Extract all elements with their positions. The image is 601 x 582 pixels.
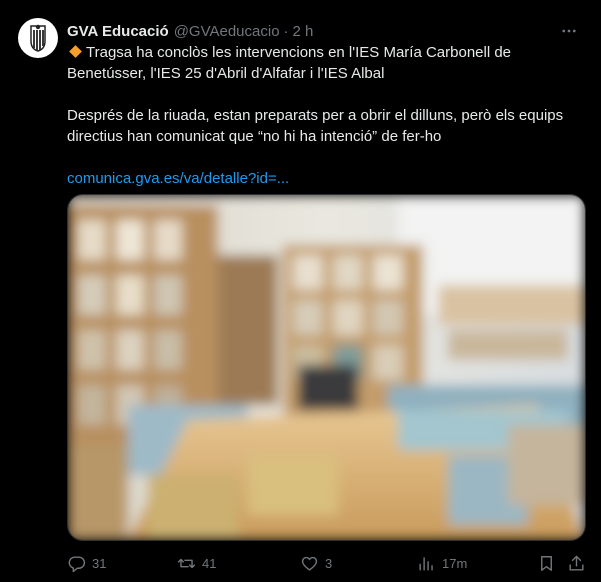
author-handle[interactable]: @GVAeducacio (174, 23, 280, 40)
views-count: 17m (442, 555, 468, 571)
like-button[interactable]: 3 (300, 554, 332, 573)
blurred-classroom-photo (68, 195, 585, 540)
views-button[interactable]: 17m (417, 554, 467, 573)
retweet-button[interactable]: 41 (177, 554, 216, 573)
tweet-paragraph-1: Tragsa ha conclòs les intervencions en l… (67, 42, 582, 84)
tweet-media-image[interactable] (67, 194, 586, 541)
author-name[interactable]: GVA Educació (67, 23, 169, 40)
heart-icon (301, 556, 318, 571)
views-icon (419, 556, 433, 571)
tweet-link[interactable]: comunica.gva.es/va/detalle?id=... (67, 168, 582, 189)
tweet-paragraph-2: Després de la riuada, estan preparats pe… (67, 107, 564, 145)
retweet-icon (177, 558, 196, 568)
bookmark-icon (541, 555, 552, 571)
reply-count: 31 (92, 555, 107, 571)
avatar[interactable] (18, 18, 58, 58)
reply-icon (68, 555, 86, 572)
tweet-text: Tragsa ha conclòs les intervencions en l… (67, 42, 582, 189)
tweet-line-1: Tragsa ha conclòs les intervencions en l… (67, 44, 512, 82)
more-dots-icon[interactable] (557, 20, 581, 42)
share-icon (569, 555, 584, 571)
tweet[interactable]: GVA Educació @GVAeducacio · 2 h Tragsa h… (0, 0, 601, 582)
tweet-header: GVA Educació @GVAeducacio · 2 h (67, 20, 581, 42)
gva-logo-icon (30, 24, 46, 52)
like-count: 3 (325, 555, 333, 571)
bookmark-button[interactable] (537, 554, 556, 573)
retweet-count: 41 (202, 555, 217, 571)
separator-dot: · (283, 22, 289, 40)
reply-button[interactable]: 31 (67, 554, 106, 573)
orange-diamond-icon (69, 45, 82, 58)
tweet-actions: 31 41 3 17m (67, 552, 584, 574)
share-button[interactable] (567, 554, 586, 573)
timestamp[interactable]: 2 h (293, 23, 314, 40)
